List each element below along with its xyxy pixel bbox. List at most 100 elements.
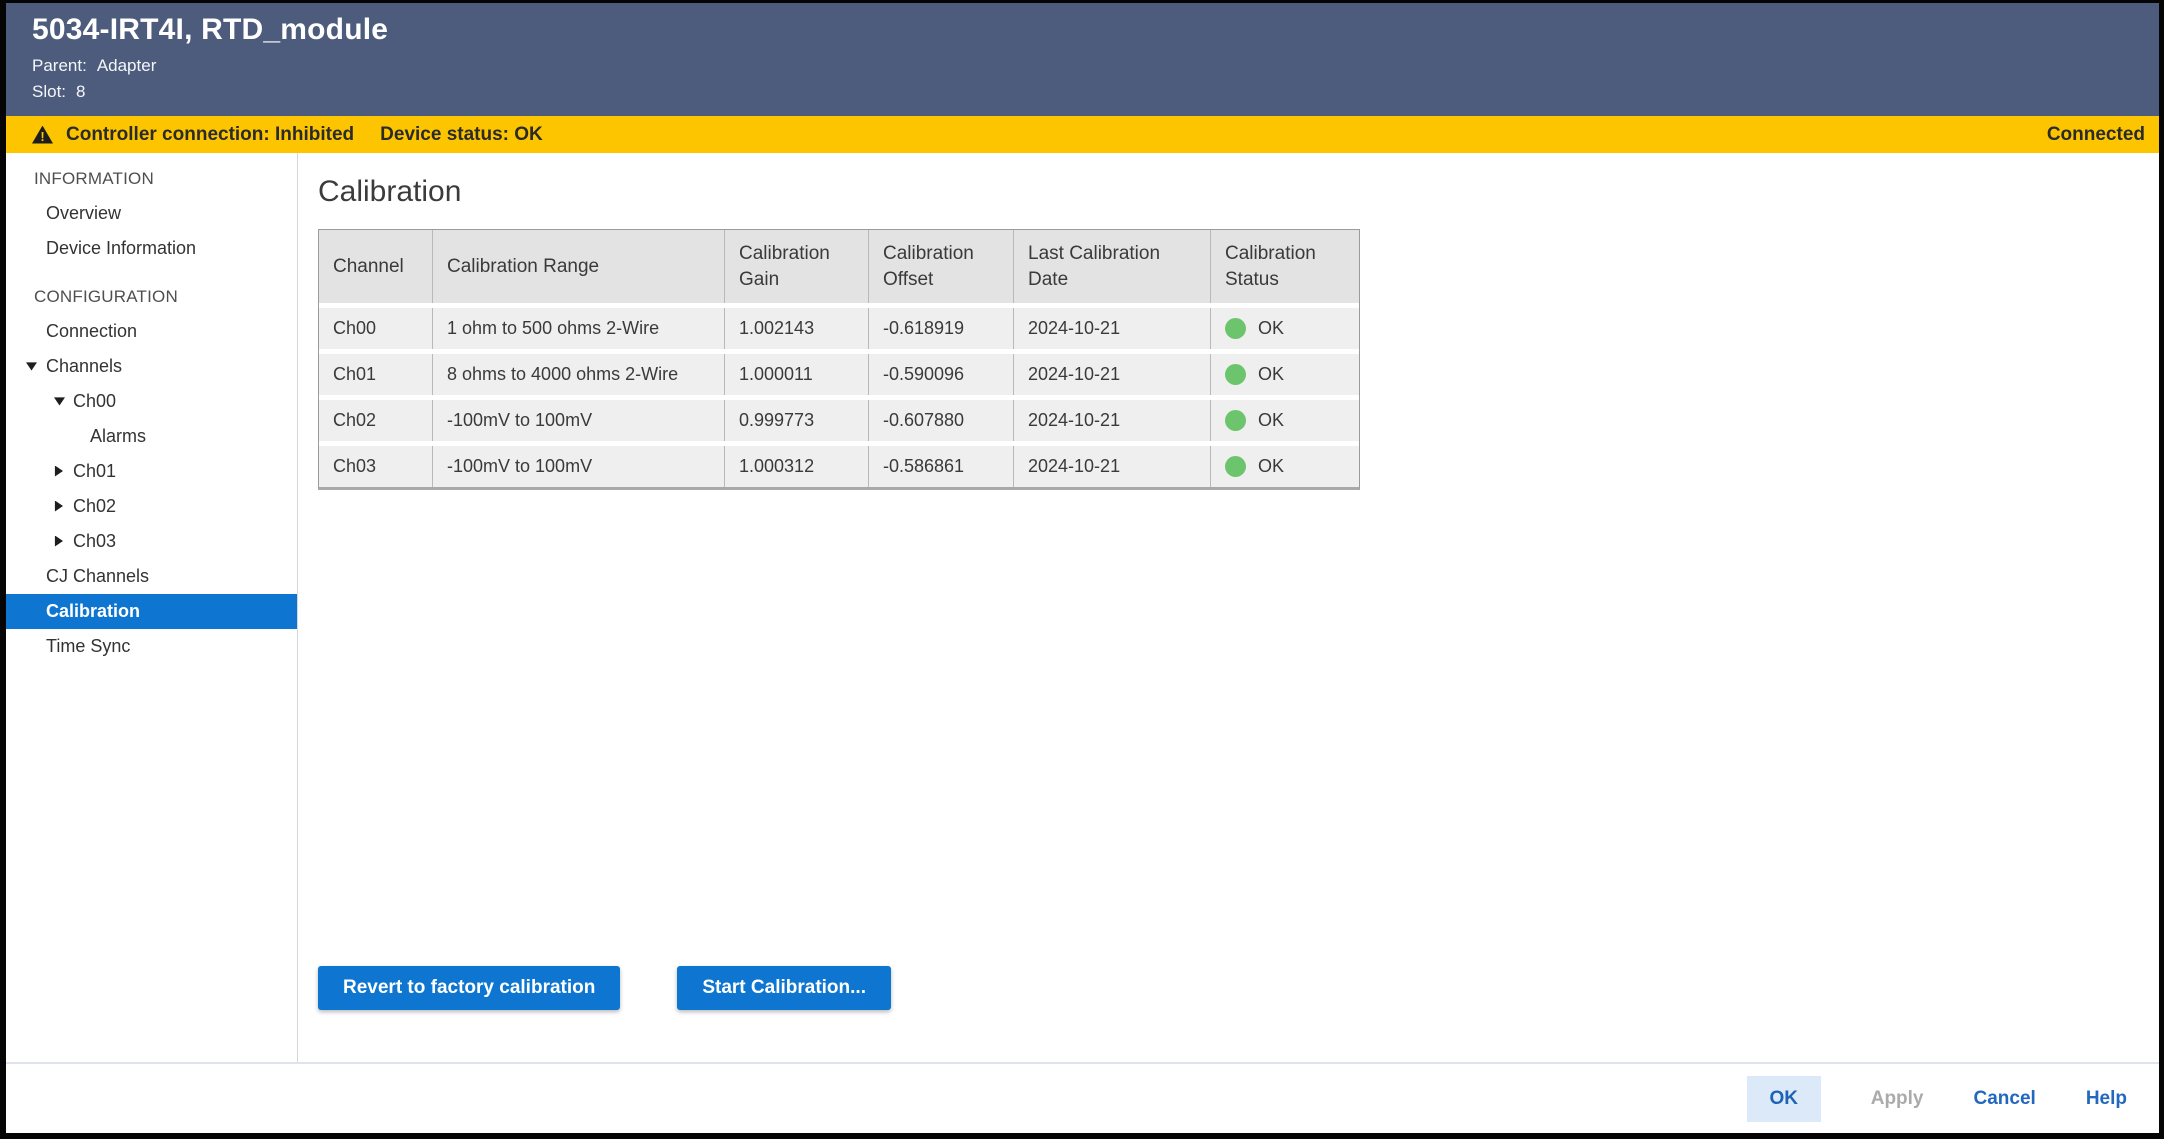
cell-channel: Ch00 — [319, 308, 433, 349]
cell-gain: 1.002143 — [725, 308, 869, 349]
cell-range: -100mV to 100mV — [433, 446, 725, 487]
sidebar-item-label: CJ Channels — [46, 566, 149, 587]
cell-range: 8 ohms to 4000 ohms 2-Wire — [433, 354, 725, 395]
sidebar-section-label: INFORMATION — [34, 169, 154, 189]
parent-value: Adapter — [97, 56, 157, 76]
slot-label: Slot: — [32, 82, 66, 102]
cell-offset: -0.607880 — [869, 400, 1014, 441]
sidebar-item-label: Alarms — [90, 426, 146, 447]
sidebar-item-overview[interactable]: Overview — [6, 196, 297, 231]
page-title: Calibration — [318, 173, 2159, 211]
status-bar: Controller connection: Inhibited Device … — [6, 116, 2159, 153]
sidebar-item-label: Channels — [46, 356, 122, 377]
app-window: 5034-IRT4I, RTD_module Parent: Adapter S… — [0, 0, 2164, 1139]
cell-date: 2024-10-21 — [1014, 400, 1211, 441]
ok-button[interactable]: OK — [1747, 1076, 1821, 1122]
chevron-down-icon[interactable] — [26, 362, 37, 371]
status-label: OK — [1258, 362, 1284, 386]
cancel-button[interactable]: Cancel — [1974, 1088, 2036, 1110]
status-label: OK — [1258, 408, 1284, 432]
cell-date: 2024-10-21 — [1014, 308, 1211, 349]
sidebar-item-alarms[interactable]: Alarms — [6, 419, 297, 454]
sidebar-item-ch03[interactable]: Ch03 — [6, 524, 297, 559]
chevron-down-icon[interactable] — [54, 397, 65, 406]
sidebar-item-label: Overview — [46, 203, 121, 224]
controller-connection-status: Controller connection: Inhibited — [66, 124, 354, 146]
sidebar-item-label: Time Sync — [46, 636, 130, 657]
help-button[interactable]: Help — [2086, 1088, 2127, 1110]
chevron-right-icon[interactable] — [54, 466, 63, 477]
cell-offset: -0.586861 — [869, 446, 1014, 487]
column-header-calibration-range: Calibration Range — [433, 230, 725, 303]
column-header-channel: Channel — [319, 230, 433, 303]
column-header-calibration-status: Calibration Status — [1211, 230, 1359, 303]
chevron-right-icon[interactable] — [54, 501, 63, 512]
sidebar: INFORMATION Overview Device Information CON… — [6, 153, 298, 1062]
sidebar-item-label: Ch00 — [73, 391, 116, 412]
device-title: 5034-IRT4I, RTD_module — [32, 13, 2139, 47]
cell-status: OK — [1211, 446, 1359, 487]
cell-range: 1 ohm to 500 ohms 2-Wire — [433, 308, 725, 349]
cell-date: 2024-10-21 — [1014, 446, 1211, 487]
sidebar-item-cj-channels[interactable]: CJ Channels — [6, 559, 297, 594]
cell-offset: -0.590096 — [869, 354, 1014, 395]
table-row-ch03: Ch03-100mV to 100mV1.000312-0.5868612024… — [319, 446, 1359, 487]
table-row-ch01: Ch018 ohms to 4000 ohms 2-Wire1.000011-0… — [319, 354, 1359, 395]
table-header-row: ChannelCalibration RangeCalibration Gain… — [319, 230, 1359, 303]
cell-channel: Ch01 — [319, 354, 433, 395]
sidebar-item-label: Ch03 — [73, 531, 116, 552]
column-header-last-calibration-date: Last Calibration Date — [1014, 230, 1211, 303]
action-buttons: Revert to factory calibration Start Cali… — [318, 966, 891, 1010]
sidebar-section-configuration: CONFIGURATION — [6, 279, 297, 314]
main-panel: Calibration ChannelCalibration RangeCali… — [298, 153, 2159, 1062]
revert-factory-calibration-button[interactable]: Revert to factory calibration — [318, 966, 620, 1010]
footer-bar: OK Apply Cancel Help — [6, 1062, 2159, 1133]
warning-triangle-icon — [32, 126, 53, 144]
cell-date: 2024-10-21 — [1014, 354, 1211, 395]
cell-channel: Ch02 — [319, 400, 433, 441]
sidebar-item-time-sync[interactable]: Time Sync — [6, 629, 297, 664]
table-row-ch02: Ch02-100mV to 100mV0.999773-0.6078802024… — [319, 400, 1359, 441]
slot-value: 8 — [76, 82, 85, 102]
sidebar-item-device-information[interactable]: Device Information — [6, 231, 297, 266]
column-header-calibration-gain: Calibration Gain — [725, 230, 869, 303]
sidebar-item-label: Ch01 — [73, 461, 116, 482]
status-ok-icon — [1225, 318, 1246, 339]
calibration-table: ChannelCalibration RangeCalibration Gain… — [318, 229, 1360, 490]
content-area: INFORMATION Overview Device Information CON… — [6, 153, 2159, 1062]
status-ok-icon — [1225, 456, 1246, 477]
device-status: Device status: OK — [380, 124, 543, 146]
start-calibration-button[interactable]: Start Calibration... — [677, 966, 891, 1010]
status-label: OK — [1258, 454, 1284, 478]
sidebar-item-ch01[interactable]: Ch01 — [6, 454, 297, 489]
slot-row: Slot: 8 — [32, 82, 2139, 102]
device-header: 5034-IRT4I, RTD_module Parent: Adapter S… — [6, 3, 2159, 116]
cell-gain: 0.999773 — [725, 400, 869, 441]
sidebar-item-connection[interactable]: Connection — [6, 314, 297, 349]
parent-label: Parent: — [32, 56, 87, 76]
sidebar-item-ch02[interactable]: Ch02 — [6, 489, 297, 524]
sidebar-item-ch00[interactable]: Ch00 — [6, 384, 297, 419]
status-ok-icon — [1225, 364, 1246, 385]
sidebar-section-information: INFORMATION — [6, 161, 297, 196]
sidebar-item-calibration[interactable]: Calibration — [6, 594, 297, 629]
cell-gain: 1.000312 — [725, 446, 869, 487]
chevron-right-icon[interactable] — [54, 536, 63, 547]
apply-button[interactable]: Apply — [1871, 1088, 1924, 1110]
cell-gain: 1.000011 — [725, 354, 869, 395]
status-ok-icon — [1225, 410, 1246, 431]
cell-status: OK — [1211, 308, 1359, 349]
sidebar-item-label: Device Information — [46, 238, 196, 259]
sidebar-item-channels[interactable]: Channels — [6, 349, 297, 384]
cell-status: OK — [1211, 400, 1359, 441]
status-label: OK — [1258, 316, 1284, 340]
sidebar-item-label: Connection — [46, 321, 137, 342]
cell-channel: Ch03 — [319, 446, 433, 487]
parent-row: Parent: Adapter — [32, 56, 2139, 76]
sidebar-item-label: Calibration — [46, 601, 140, 622]
table-row-ch00: Ch001 ohm to 500 ohms 2-Wire1.002143-0.6… — [319, 308, 1359, 349]
column-header-calibration-offset: Calibration Offset — [869, 230, 1014, 303]
cell-offset: -0.618919 — [869, 308, 1014, 349]
cell-range: -100mV to 100mV — [433, 400, 725, 441]
connection-state: Connected — [2047, 124, 2145, 146]
